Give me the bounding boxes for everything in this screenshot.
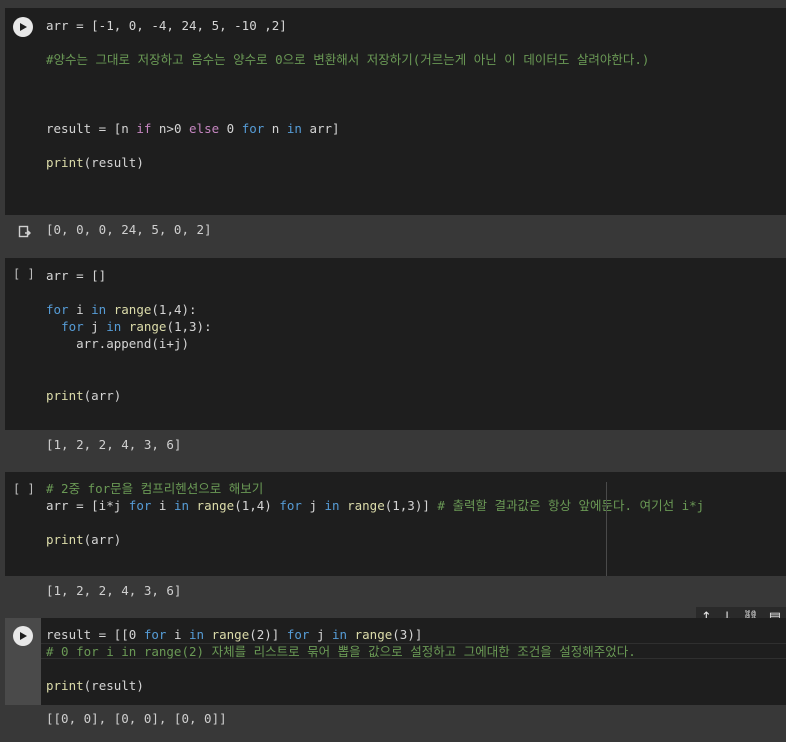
output-area-4: [[0, 0], [0, 0], [0, 0]] [5, 705, 786, 742]
code-cell-4[interactable]: result = [[0 for i in range(2)] for j in… [41, 618, 786, 705]
code-cell-2[interactable]: [ ] arr = [] for i in range(1,4): for j … [5, 258, 786, 430]
code-line: result = [[0 for i in range(2)] for j in… [46, 627, 423, 642]
cell-gutter: [ ] [5, 472, 41, 576]
code-line: print(result) [46, 678, 144, 693]
output-text: [0, 0, 0, 24, 5, 0, 2] [46, 222, 212, 237]
code-line: print(arr) [46, 388, 122, 403]
code-line: arr = [-1, 0, -4, 24, 5, -10 ,2] [46, 18, 287, 33]
play-icon [20, 632, 27, 640]
cell-gutter: [ ] [5, 258, 41, 430]
code-editor[interactable]: result = [[0 for i in range(2)] for j in… [46, 618, 786, 705]
code-comment: # 2중 for문을 컴프리헨션으로 해보기 [46, 481, 264, 496]
output-text: [[0, 0], [0, 0], [0, 0]] [46, 711, 227, 726]
code-editor[interactable]: arr = [-1, 0, -4, 24, 5, -10 ,2] #양수는 그대… [46, 8, 786, 215]
run-cell-button[interactable] [13, 17, 33, 37]
execution-count[interactable]: [ ] [13, 267, 35, 281]
code-line: print(result) [46, 155, 144, 170]
code-cell-3[interactable]: [ ] # 2중 for문을 컴프리헨션으로 해보기 arr = [i*j fo… [5, 472, 786, 576]
code-editor[interactable]: # 2중 for문을 컴프리헨션으로 해보기 arr = [i*j for i … [46, 472, 786, 576]
code-comment: # 0 for i in range(2) 자체를 리스트로 묶어 뽑을 값으로… [46, 644, 636, 659]
output-text: [1, 2, 2, 4, 3, 6] [46, 583, 182, 598]
output-area-2: [1, 2, 2, 4, 3, 6] [5, 430, 786, 472]
code-line: for j in range(1,3): [61, 319, 212, 334]
output-icon [18, 225, 31, 238]
code-line: arr.append(i+j) [46, 336, 189, 351]
output-area-1: [0, 0, 0, 24, 5, 0, 2] [5, 215, 786, 258]
output-text: [1, 2, 2, 4, 3, 6] [46, 437, 182, 452]
code-cell-1[interactable]: arr = [-1, 0, -4, 24, 5, -10 ,2] #양수는 그대… [5, 8, 786, 215]
code-line: arr = [] [46, 268, 107, 283]
cell-gutter [5, 8, 41, 215]
code-line: result = [n if n>0 else 0 for n in arr] [46, 121, 340, 136]
code-line: for i in range(1,4): [46, 302, 197, 317]
run-cell-button[interactable] [13, 626, 33, 646]
output-area-3: [1, 2, 2, 4, 3, 6] [5, 576, 786, 618]
code-editor[interactable]: arr = [] for i in range(1,4): for j in r… [46, 258, 786, 430]
code-line: print(arr) [46, 532, 122, 547]
play-icon [20, 23, 27, 31]
code-comment: #양수는 그대로 저장하고 음수는 양수로 0으로 변환해서 저장하기(거르는게… [46, 52, 650, 67]
ruler-line [606, 482, 607, 576]
execution-count[interactable]: [ ] [13, 482, 35, 496]
